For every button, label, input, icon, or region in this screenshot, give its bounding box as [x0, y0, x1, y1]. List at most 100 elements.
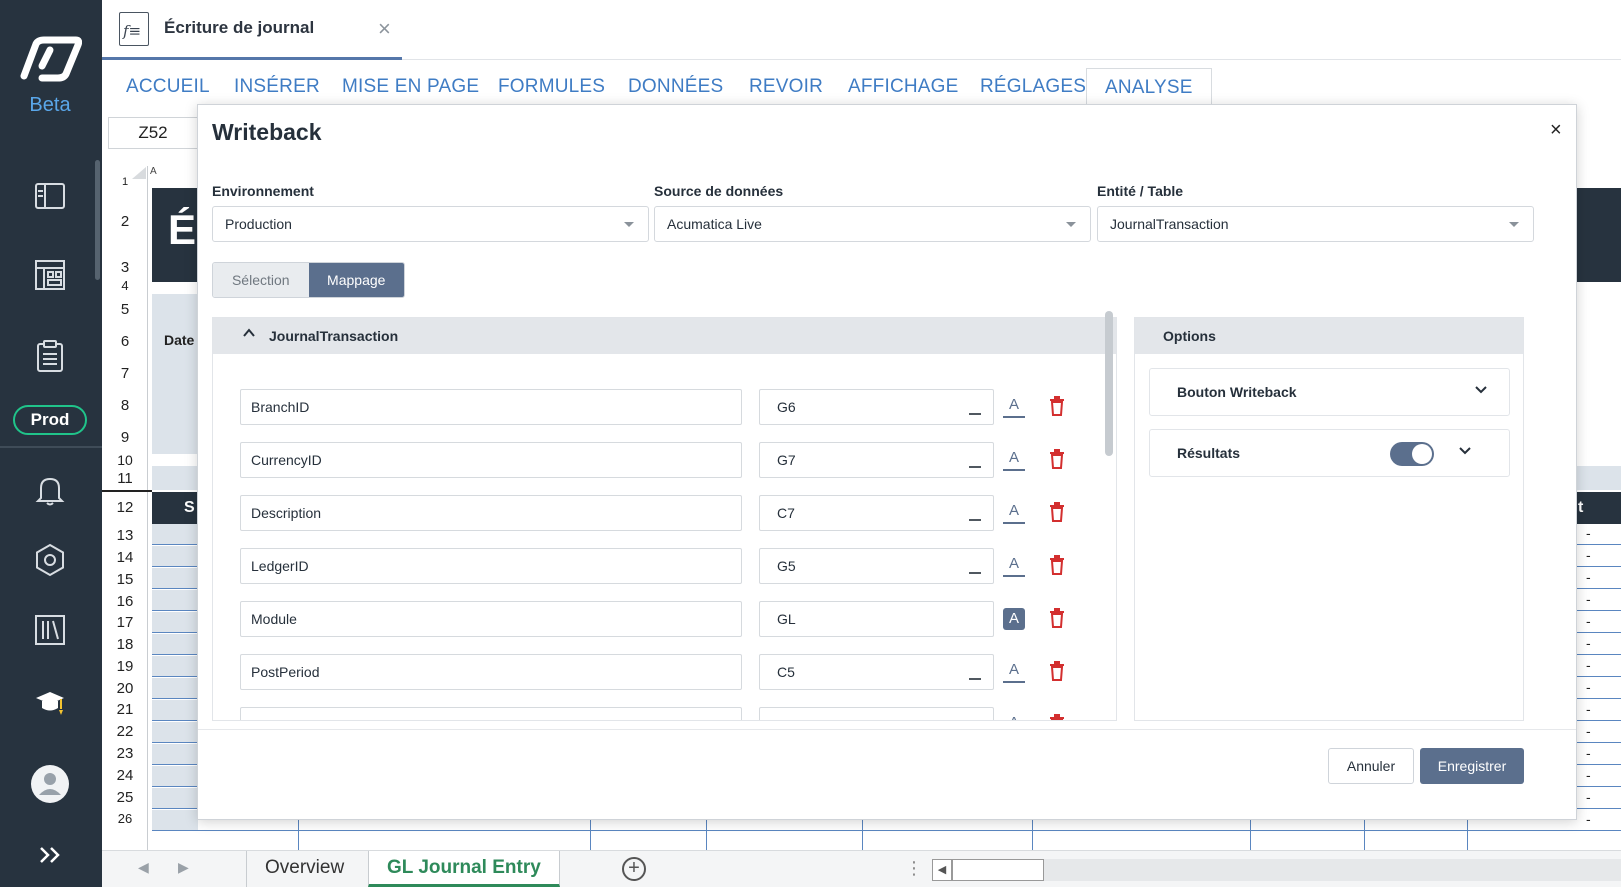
chevron-down-icon[interactable]	[1475, 386, 1487, 394]
sidebar-panel-icon[interactable]	[30, 176, 70, 216]
row-number[interactable]: 9	[102, 429, 148, 446]
delete-icon[interactable]	[1049, 555, 1065, 575]
graduation-cap-icon[interactable]	[30, 683, 70, 723]
bell-icon[interactable]	[30, 470, 70, 510]
row-number[interactable]: 22	[102, 723, 148, 740]
clipboard-icon[interactable]	[30, 336, 70, 376]
row-number[interactable]: 15	[102, 571, 148, 588]
row-number[interactable]: 26	[102, 811, 148, 826]
mapping-scrollbar[interactable]	[1105, 311, 1113, 456]
row-number[interactable]: 11	[102, 470, 148, 487]
horizontal-scrollbar[interactable]: ◀	[932, 859, 1621, 881]
field-name-input[interactable]: Module	[240, 601, 742, 637]
row-number[interactable]: 16	[102, 593, 148, 610]
scroll-left-icon[interactable]: ◀	[932, 859, 952, 881]
row-number[interactable]: 12	[102, 499, 148, 516]
constant-value-input[interactable]: GL	[759, 601, 994, 637]
close-icon[interactable]: ×	[1550, 119, 1562, 142]
tab-formules[interactable]: FORMULES	[498, 76, 605, 98]
text-mode-icon[interactable]: A	[1003, 555, 1025, 577]
app-logo[interactable]	[18, 36, 82, 82]
field-name-input[interactable]: TransactionDate	[240, 707, 742, 720]
prev-sheet-icon[interactable]: ◀	[138, 859, 149, 876]
row-number[interactable]: 13	[102, 527, 148, 544]
delete-icon[interactable]	[1049, 502, 1065, 522]
writeback-button-option[interactable]: Bouton Writeback	[1149, 368, 1510, 416]
reports-icon[interactable]	[30, 255, 70, 295]
row-number[interactable]: 8	[102, 397, 148, 414]
tab-inserer[interactable]: INSÉRER	[234, 76, 320, 98]
row-number[interactable]: 14	[102, 549, 148, 566]
more-options-icon[interactable]: ⋮	[905, 858, 923, 879]
delete-icon[interactable]	[1049, 661, 1065, 681]
tab-reglages[interactable]: RÉGLAGES	[980, 76, 1086, 98]
cell-reference-input[interactable]: C7	[759, 495, 994, 531]
expand-icon[interactable]	[30, 835, 70, 875]
delete-icon[interactable]	[1049, 714, 1065, 721]
row-number[interactable]: 5	[102, 301, 148, 318]
column-header-a[interactable]: A	[150, 166, 157, 177]
field-name-input[interactable]: BranchID	[240, 389, 742, 425]
nav-scrollbar[interactable]	[95, 160, 100, 280]
user-avatar-icon[interactable]	[31, 765, 69, 803]
environment-select[interactable]: Production	[212, 206, 649, 242]
delete-icon[interactable]	[1049, 608, 1065, 628]
tab-revoir[interactable]: REVOIR	[749, 76, 823, 98]
delete-icon[interactable]	[1049, 396, 1065, 416]
document-tab[interactable]: f≡ Écriture de journal ×	[102, 0, 402, 60]
results-option[interactable]: Résultats	[1149, 429, 1510, 477]
row-number[interactable]: 1	[102, 176, 148, 188]
text-mode-icon[interactable]: A	[1003, 608, 1025, 630]
tab-donnees[interactable]: DONNÉES	[628, 76, 723, 98]
tab-mise-en-page[interactable]: MISE EN PAGE	[342, 76, 479, 98]
segment-selection[interactable]: Sélection	[213, 263, 309, 297]
cell-reference-input[interactable]: G7	[759, 442, 994, 478]
row-number[interactable]: 3	[102, 259, 148, 276]
row-number[interactable]: 19	[102, 658, 148, 675]
row-number[interactable]: 7	[102, 365, 148, 382]
field-name-input[interactable]: CurrencyID	[240, 442, 742, 478]
row-number[interactable]: 23	[102, 745, 148, 762]
results-toggle[interactable]	[1390, 442, 1434, 466]
text-mode-icon[interactable]: A	[1003, 502, 1025, 524]
cell-reference-input[interactable]: G6	[759, 389, 994, 425]
row-number[interactable]: 10	[102, 452, 148, 468]
delete-icon[interactable]	[1049, 449, 1065, 469]
row-number[interactable]: 21	[102, 701, 148, 718]
row-number[interactable]: 24	[102, 767, 148, 784]
cancel-button[interactable]: Annuler	[1328, 748, 1414, 784]
datasource-select[interactable]: Acumatica Live	[654, 206, 1091, 242]
entity-select[interactable]: JournalTransaction	[1097, 206, 1534, 242]
field-name-input[interactable]: PostPeriod	[240, 654, 742, 690]
field-name-input[interactable]: Description	[240, 495, 742, 531]
row-number[interactable]: 25	[102, 789, 148, 806]
cell-reference-box[interactable]: Z52	[108, 117, 198, 149]
chevron-up-icon[interactable]	[243, 328, 255, 338]
sheet-tab-overview[interactable]: Overview	[246, 851, 362, 887]
chevron-down-icon[interactable]	[1459, 447, 1471, 455]
text-mode-icon[interactable]: A	[1003, 714, 1025, 720]
environment-badge[interactable]: Prod	[13, 405, 87, 435]
sheet-tab-gl-journal-entry[interactable]: GL Journal Entry	[368, 851, 560, 887]
text-mode-icon[interactable]: A	[1003, 661, 1025, 683]
row-number[interactable]: 17	[102, 614, 148, 631]
cell-reference-input[interactable]: C5	[759, 654, 994, 690]
field-name-input[interactable]: LedgerID	[240, 548, 742, 584]
text-mode-icon[interactable]: A	[1003, 396, 1025, 418]
row-number[interactable]: 20	[102, 680, 148, 697]
close-tab-icon[interactable]: ×	[378, 16, 391, 42]
add-sheet-icon[interactable]: +	[622, 857, 646, 881]
library-icon[interactable]	[30, 610, 70, 650]
row-number[interactable]: 2	[102, 213, 148, 230]
next-sheet-icon[interactable]: ▶	[178, 859, 189, 876]
row-number[interactable]: 18	[102, 636, 148, 653]
text-mode-icon[interactable]: A	[1003, 449, 1025, 471]
row-number[interactable]: 4	[102, 278, 148, 293]
tab-affichage[interactable]: AFFICHAGE	[848, 76, 959, 98]
mapping-panel-header[interactable]: JournalTransaction	[213, 318, 1116, 354]
segment-mappage[interactable]: Mappage	[308, 263, 404, 297]
row-number[interactable]: 6	[102, 333, 148, 350]
cell-reference-input[interactable]: G5	[759, 548, 994, 584]
tab-analyse[interactable]: ANALYSE	[1086, 68, 1212, 104]
save-button[interactable]: Enregistrer	[1420, 748, 1524, 784]
